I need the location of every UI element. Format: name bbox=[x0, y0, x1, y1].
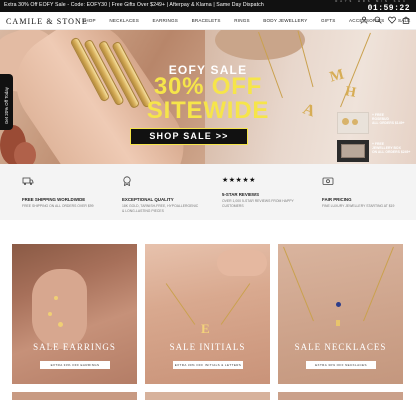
announcement-bar: Extra 30% Off EOFY Sale - Code: EOFY30 |… bbox=[0, 0, 416, 13]
discount-side-tab[interactable]: Get 20% Off Today bbox=[0, 74, 13, 130]
category-cta-button[interactable]: EXTRA 30% OFF NECKLACES bbox=[306, 361, 376, 369]
necklace-chain bbox=[297, 30, 314, 88]
necklace-chain bbox=[165, 283, 196, 325]
ear-image bbox=[32, 269, 87, 349]
brand-logo[interactable]: CAMILE & STONE bbox=[6, 17, 88, 26]
hero-banner[interactable]: A M H EOFY SALE 30% OFF SITEWIDE SHOP SA… bbox=[0, 30, 416, 164]
category-title: SALE NECKLACES bbox=[294, 342, 387, 352]
plant-decoration bbox=[14, 142, 36, 164]
pendant-h: H bbox=[343, 84, 358, 101]
category-row: SALE EARRINGS EXTRA 30% OFF EARRINGS E S… bbox=[0, 220, 416, 400]
pendant-gem bbox=[336, 320, 340, 326]
nav-item-necklaces[interactable]: NECKLACES bbox=[109, 18, 139, 23]
category-title: SALE INITIALS bbox=[169, 342, 246, 352]
necklace-chain bbox=[363, 246, 394, 322]
feature-title: EXCEPTIONAL QUALITY bbox=[122, 197, 174, 202]
feature-subtitle: OVER 1,000 5-STAR REVIEWS FROM HAPPY CUS… bbox=[222, 199, 294, 208]
pendant-e: E bbox=[201, 321, 210, 336]
truck-icon bbox=[22, 177, 34, 185]
search-icon[interactable] bbox=[374, 16, 382, 24]
category-card-earrings[interactable]: SALE EARRINGS EXTRA 30% OFF EARRINGS bbox=[12, 244, 137, 384]
preview-image bbox=[145, 392, 270, 400]
next-section-preview bbox=[0, 392, 416, 400]
category-cta-button[interactable]: EXTRA 30% OFF EARRINGS bbox=[40, 361, 110, 369]
wishlist-icon[interactable] bbox=[388, 16, 396, 24]
hero-headline-line1: 30% OFF bbox=[153, 73, 263, 100]
rosebud-image bbox=[352, 119, 358, 125]
feature-reviews: ★★★★★ 5-STAR REVIEWS OVER 1,000 5-STAR R… bbox=[222, 176, 300, 208]
stars-icon: ★★★★★ bbox=[222, 177, 256, 184]
preview-image bbox=[278, 392, 403, 400]
badge-icon bbox=[123, 176, 131, 187]
nav-item-shop[interactable]: SHOP bbox=[82, 18, 96, 23]
feature-quality: EXCEPTIONAL QUALITY 18K GOLD, TARNISH-FR… bbox=[122, 176, 200, 213]
hand-image bbox=[217, 250, 267, 276]
rosebud-image bbox=[342, 118, 349, 125]
earring-stud bbox=[48, 312, 52, 316]
earring-stud bbox=[54, 296, 58, 300]
feature-shipping: FREE SHIPPING WORLDWIDE FREE SHIPPING ON… bbox=[22, 176, 100, 209]
feature-title: 5-STAR REVIEWS bbox=[222, 192, 259, 197]
feature-pricing: FAIR PRICING FINE LUXURY JEWELLERY START… bbox=[322, 176, 400, 209]
pendant-gem bbox=[336, 302, 341, 307]
preview-image bbox=[12, 392, 137, 400]
nav-item-earrings[interactable]: EARRINGS bbox=[152, 18, 178, 23]
card-icon bbox=[322, 177, 334, 185]
category-cta-button[interactable]: EXTRA 30% OFF INITIALS & LETTERS bbox=[173, 361, 243, 369]
header-icons bbox=[354, 16, 410, 24]
announcement-text: Extra 30% Off EOFY Sale - Code: EOFY30 |… bbox=[4, 2, 264, 8]
shop-sale-button[interactable]: SHOP SALE >> bbox=[130, 128, 248, 145]
nav-item-body-jewellery[interactable]: BODY JEWELLERY bbox=[263, 18, 307, 23]
promo-free-jewellery-box[interactable] bbox=[337, 140, 369, 162]
features-strip: FREE SHIPPING WORLDWIDE FREE SHIPPING ON… bbox=[0, 164, 416, 220]
pendant-m: M bbox=[328, 66, 346, 86]
jewellery-box-image bbox=[341, 144, 365, 158]
site-header: CAMILE & STONE SHOP NECKLACES EARRINGS B… bbox=[0, 12, 416, 30]
promo1-line3: ALL ORDERS $149+ bbox=[372, 121, 405, 125]
necklace-chain bbox=[283, 246, 314, 322]
hero-headline-line2: SITEWIDE bbox=[146, 97, 270, 124]
category-card-initials[interactable]: E SALE INITIALS EXTRA 30% OFF INITIALS &… bbox=[145, 244, 270, 384]
side-tab-label: Get 20% Off Today bbox=[4, 87, 9, 124]
necklace-chain bbox=[220, 283, 251, 325]
earring-stud bbox=[58, 322, 63, 327]
nav-item-rings[interactable]: RINGS bbox=[234, 18, 250, 23]
pendant-a: A bbox=[300, 100, 318, 121]
feature-subtitle: 18K GOLD, TARNISH-FREE, HYPOALLERGENIC &… bbox=[122, 204, 199, 213]
promo2-line3: ON ALL ORDERS $249+ bbox=[372, 150, 411, 154]
feature-subtitle: FREE SHIPPING ON ALL ORDERS OVER $99 bbox=[22, 204, 94, 208]
bag-icon[interactable] bbox=[402, 16, 410, 24]
nav-item-gifts[interactable]: GIFTS bbox=[321, 18, 336, 23]
feature-title: FAIR PRICING bbox=[322, 197, 352, 202]
nav-item-bracelets[interactable]: BRACELETS bbox=[192, 18, 221, 23]
feature-title: FREE SHIPPING WORLDWIDE bbox=[22, 197, 86, 202]
promo-free-rosebud[interactable] bbox=[337, 112, 369, 134]
account-icon[interactable] bbox=[360, 16, 368, 24]
feature-subtitle: FINE LUXURY JEWELLERY STARTING AT $19 bbox=[322, 204, 395, 208]
category-title: SALE EARRINGS bbox=[33, 342, 116, 352]
category-card-necklaces[interactable]: SALE NECKLACES EXTRA 30% OFF NECKLACES bbox=[278, 244, 403, 384]
